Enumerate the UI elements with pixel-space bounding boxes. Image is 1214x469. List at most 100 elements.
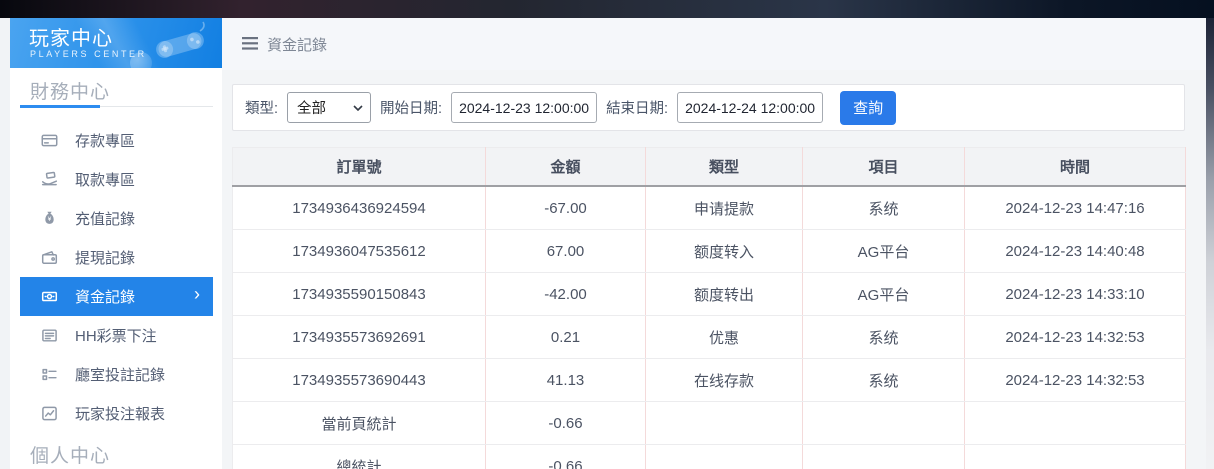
section-underline — [20, 105, 213, 108]
table-row: 1734935573690443 41.13 在线存款 系统 2024-12-23 14… — [232, 358, 1186, 402]
table-cell: 總統計 — [232, 444, 486, 469]
sidebar-item-label: 廳室投註記錄 — [75, 367, 166, 384]
backdrop-top — [0, 0, 1214, 18]
chart-icon — [40, 405, 58, 423]
table-row: 1734935573692691 0.21 优惠 系统 2024-12-23 14:32… — [232, 315, 1186, 359]
table-cell: 在线存款 — [645, 358, 803, 402]
records-table: 訂單號 金額 類型 項目 時間 1734936436924594 -67.00 申请提款 系统… — [232, 147, 1186, 469]
sidebar-item-recharge-record[interactable]: ¥ 充值記錄 — [10, 199, 222, 238]
table-cell — [802, 401, 965, 445]
table-cell: 2024-12-23 14:47:16 — [964, 186, 1186, 230]
sidebar-item-label: 玩家投注報表 — [75, 406, 166, 423]
column-header: 類型 — [645, 147, 803, 187]
start-date-input[interactable] — [451, 92, 598, 123]
table-cell: -0.66 — [485, 444, 646, 469]
table-cell: 优惠 — [645, 315, 803, 359]
section-finance-label: 財務中心 — [30, 82, 111, 103]
newspaper-icon — [40, 327, 58, 345]
sidebar-item-label: 提現記錄 — [75, 250, 136, 267]
end-date-label: 結束日期: — [606, 101, 669, 117]
table-row: 1734936047535612 67.00 额度转入 AG平台 2024-12-23 … — [232, 229, 1186, 273]
search-button[interactable]: 查詢 — [840, 90, 897, 125]
table-header-row: 訂單號 金額 類型 項目 時間 — [232, 147, 1186, 187]
svg-text:¥: ¥ — [47, 216, 51, 223]
backdrop-right — [1206, 18, 1214, 469]
type-select-value: 全部 — [297, 101, 327, 117]
chevron-right-icon: › — [194, 284, 200, 304]
table-cell — [645, 444, 803, 469]
table-row: 1734936436924594 -67.00 申请提款 系统 2024-12-23 1… — [232, 186, 1186, 230]
sidebar-item-withdraw-zone[interactable]: 取款專區 — [10, 160, 222, 199]
table-cell: 2024-12-23 14:32:53 — [964, 358, 1186, 402]
table-cell — [964, 444, 1186, 469]
sidebar-item-label: 資金記錄 — [75, 289, 136, 306]
sidebar-menu: 存款專區取款專區 ¥ 充值記錄提現記錄資金記錄 › HH彩票下注 廳室投註記錄 玩家投注報表 — [10, 121, 222, 433]
table-cell: 1734936047535612 — [232, 229, 486, 273]
table-cell — [802, 444, 965, 469]
table-cell: -67.00 — [485, 186, 646, 230]
summary-row: 總統計 -0.66 — [232, 444, 1186, 469]
table-cell: AG平台 — [802, 229, 965, 273]
filter-bar: 類型: 全部 開始日期: 結束日期: 查詢 — [232, 84, 1185, 131]
sidebar-item-deposit-zone[interactable]: 存款專區 — [10, 121, 222, 160]
table-cell: 申请提款 — [645, 186, 803, 230]
bank-card-icon — [40, 132, 58, 150]
end-date-input[interactable] — [677, 92, 824, 123]
table-cell: 系统 — [802, 358, 965, 402]
sidebar-item-label: 取款專區 — [75, 172, 136, 189]
sidebar-item-label: 存款專區 — [75, 133, 136, 150]
sidebar-item-funds-record[interactable]: 資金記錄 › — [20, 277, 213, 316]
hand-money-icon — [40, 171, 58, 189]
main-area: 資金記錄 類型: 全部 開始日期: 結束日期: 查詢 訂單號金額類型項目時間 1… — [222, 18, 1206, 469]
type-select[interactable]: 全部 — [287, 92, 372, 123]
chevron-down-icon — [353, 104, 363, 111]
table-cell: 0.21 — [485, 315, 646, 359]
page: 玩家中心 PLAYERS CENTER 財務中心 存款專區取款專區 ¥ 充值記錄提現… — [0, 0, 1214, 469]
money-bag-icon: ¥ — [40, 210, 58, 228]
sidebar-subtitle: PLAYERS CENTER — [30, 49, 147, 59]
table-cell: 1734936436924594 — [232, 186, 486, 230]
summary-row: 當前頁統計 -0.66 — [232, 401, 1186, 445]
table-cell: 1734935590150843 — [232, 272, 486, 316]
table-cell: 2024-12-23 14:32:53 — [964, 315, 1186, 359]
type-label: 類型: — [245, 101, 279, 117]
sidebar-item-label: HH彩票下注 — [75, 328, 157, 345]
sidebar-item-hh-lottery-bets[interactable]: HH彩票下注 — [10, 316, 222, 355]
sidebar-item-label: 充值記錄 — [75, 211, 136, 228]
sidebar-item-hall-bet-record[interactable]: 廳室投註記錄 — [10, 355, 222, 394]
table-cell: 67.00 — [485, 229, 646, 273]
table-cell: 额度转出 — [645, 272, 803, 316]
gamepad-icon — [156, 21, 205, 58]
column-header: 項目 — [802, 147, 965, 187]
table-row: 1734935590150843 -42.00 额度转出 AG平台 2024-12-23… — [232, 272, 1186, 316]
sidebar-title: 玩家中心 — [29, 28, 113, 50]
sidebar: 玩家中心 PLAYERS CENTER 財務中心 存款專區取款專區 ¥ 充值記錄提現… — [10, 18, 222, 469]
start-date-label: 開始日期: — [380, 101, 443, 117]
topbar: 資金記錄 — [222, 18, 1206, 70]
table-cell: 2024-12-23 14:33:10 — [964, 272, 1186, 316]
table-cell: 當前頁統計 — [232, 401, 486, 445]
table-cell — [645, 401, 803, 445]
table-cell: 1734935573690443 — [232, 358, 486, 402]
list-icon — [40, 366, 58, 384]
hamburger-menu-icon[interactable] — [242, 37, 258, 50]
sidebar-item-player-bet-report[interactable]: 玩家投注報表 — [10, 394, 222, 433]
table-cell: 系统 — [802, 186, 965, 230]
table-cell: AG平台 — [802, 272, 965, 316]
table-cell: -0.66 — [485, 401, 646, 445]
section-personal-label: 個人中心 — [30, 446, 111, 467]
table-cell: 1734935573692691 — [232, 315, 486, 359]
table-cell: 系统 — [802, 315, 965, 359]
column-header: 金額 — [485, 147, 646, 187]
table-cell: -42.00 — [485, 272, 646, 316]
sidebar-item-withdraw-record[interactable]: 提現記錄 — [10, 238, 222, 277]
table-cell: 2024-12-23 14:40:48 — [964, 229, 1186, 273]
column-header: 時間 — [964, 147, 1186, 187]
breadcrumb: 資金記錄 — [267, 37, 328, 54]
banknote-icon — [40, 288, 58, 306]
table-cell: 41.13 — [485, 358, 646, 402]
wallet-icon — [40, 249, 58, 267]
players-center-banner: 玩家中心 PLAYERS CENTER — [10, 18, 222, 68]
column-header: 訂單號 — [232, 147, 486, 187]
table-cell — [964, 401, 1186, 445]
